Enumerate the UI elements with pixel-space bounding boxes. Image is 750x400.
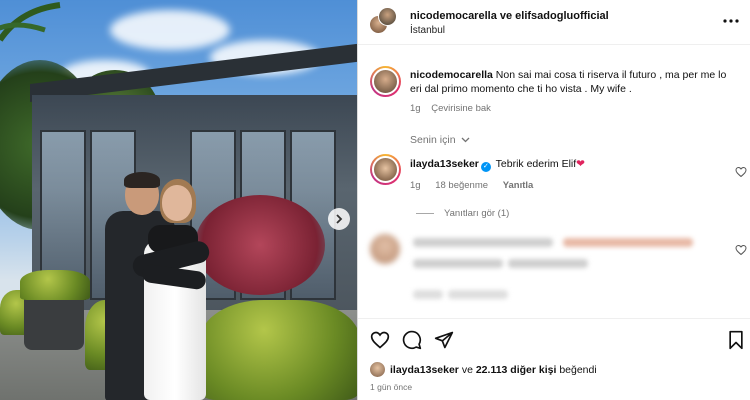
photo-red-tree [195,195,325,295]
likes-suffix: beğendi [559,363,597,376]
photo-bride [140,179,210,400]
translate-link[interactable]: Çevirisine bak [431,103,491,114]
view-replies-button[interactable]: Yanıtları gör (1) [416,208,509,219]
comment-icon[interactable] [402,330,422,350]
heart-icon[interactable] [370,330,390,350]
heart-emoji: ❤ [576,158,585,170]
caption: nicodemocarella Non sai mai cosa ti rise… [410,68,740,96]
blurred-text [563,238,693,247]
divider [416,213,434,214]
post-authors[interactable]: nicodemocarella ve elifsadogluofficial [410,10,609,22]
avatar [378,7,397,26]
bookmark-icon[interactable] [726,330,746,350]
chevron-down-icon [461,137,470,143]
avatar [370,362,385,377]
blurred-text [448,290,508,299]
comment-username[interactable]: ilayda13seker [410,158,479,170]
blurred-text [413,290,443,299]
photo-hedge [20,270,90,300]
likes-connector: ve [461,363,473,376]
likes-summary[interactable]: ilayda13seker ve 22.113 diğer kişi beğen… [370,362,597,377]
blurred-text [413,238,553,247]
more-horizontal-icon [723,19,739,23]
share-icon[interactable] [434,330,454,350]
blurred-text [413,259,503,268]
action-bar [358,318,750,360]
comment: ilayda13seker ✓ Tebrik ederim Elif❤ [410,158,585,172]
comment-meta: 1g 18 beğenme Yanıtla [410,180,533,191]
post-header: nicodemocarella ve elifsadogluofficial İ… [358,0,750,45]
author-avatars[interactable] [369,7,397,35]
comment-filter-label: Senin için [410,134,456,146]
likes-count[interactable]: 22.113 diğer kişi [476,364,557,376]
photo-palm [0,2,61,42]
caption-age: 1g [410,103,421,114]
comment-likes[interactable]: 18 beğenme [435,180,488,191]
comment-filter[interactable]: Senin için [410,134,470,146]
comment-text: Tebrik ederim Elif [495,158,577,170]
post-location[interactable]: İstanbul [410,25,445,36]
comments-section: nicodemocarella Non sai mai cosa ti rise… [358,46,750,318]
reply-button[interactable]: Yanıtla [503,180,534,191]
caption-avatar[interactable] [370,66,401,97]
heart-icon[interactable] [735,244,747,256]
more-options-button[interactable] [723,14,739,24]
post-time: 1 gün önce [370,382,413,392]
post-panel: nicodemocarella ve elifsadogluofficial İ… [357,0,750,400]
heart-icon[interactable] [735,166,747,178]
comment-avatar[interactable] [370,154,401,185]
likes-username[interactable]: ilayda13seker [390,364,459,376]
verified-icon: ✓ [480,162,491,172]
next-photo-button[interactable] [328,208,350,230]
view-replies-label: Yanıtları gör (1) [444,208,510,219]
blurred-text [508,259,588,268]
comment-avatar [370,234,400,264]
caption-meta: 1g Çevirisine bak [410,103,491,114]
comment-age: 1g [410,180,421,191]
photo-cloud [110,10,230,50]
photo-hedge [200,300,357,400]
post-photo[interactable] [0,0,357,400]
chevron-right-icon [336,214,343,224]
caption-username[interactable]: nicodemocarella [410,69,493,81]
